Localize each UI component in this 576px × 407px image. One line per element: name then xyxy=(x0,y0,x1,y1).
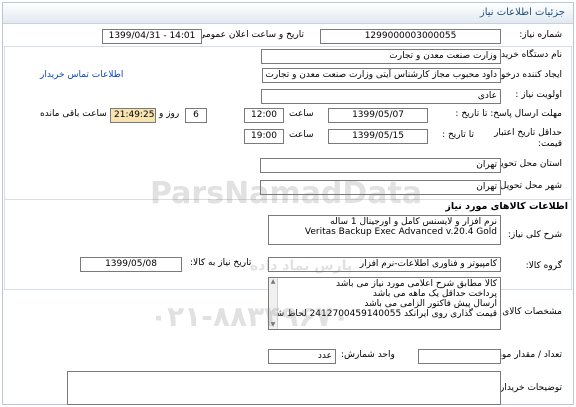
price-validity-label-2: قیمت: xyxy=(537,139,562,149)
buyer-notes-label: توضیحات خریدار: xyxy=(496,383,562,393)
reply-deadline-date[interactable]: 1399/05/07 xyxy=(328,108,428,123)
goods-section-header: اطلاعات کالاهای مورد نیاز xyxy=(4,199,572,213)
scroll-up-icon[interactable]: ▲ xyxy=(269,278,277,286)
priority-field[interactable]: عادی xyxy=(261,89,501,104)
priority-label: اولویت نیاز : xyxy=(515,90,562,100)
price-validity-time[interactable]: 19:00 xyxy=(244,129,284,144)
delivery-city-field[interactable]: تهران xyxy=(260,180,501,195)
unit-field[interactable]: عدد xyxy=(268,349,336,364)
announce-label: تاریخ و ساعت اعلان عمومی: xyxy=(195,30,304,40)
page-title: جزئیات اطلاعات نیاز xyxy=(479,7,565,18)
delivery-province-label: استان محل تحویل: xyxy=(491,159,562,169)
buyer-org-field[interactable]: وزارت صنعت معدن و تجارت xyxy=(261,49,501,64)
need-date-field[interactable]: 1399/05/08 xyxy=(80,257,182,272)
delivery-province-field[interactable]: تهران xyxy=(260,158,501,173)
remaining-time: 21:49:25 xyxy=(110,108,156,123)
need-date-label: تاریخ نیاز به کالا: xyxy=(190,258,252,268)
remaining-label: ساعت باقی مانده xyxy=(40,109,107,119)
reply-time-label: ساعت xyxy=(289,109,314,119)
specs-line-2: پرداخت حداقل یک ماهه می باشد xyxy=(372,289,497,299)
specs-field[interactable]: ▲ ▼ کالا مطابق شرح اعلامی مورد نیاز می ب… xyxy=(268,277,501,330)
delivery-city-label: شهر محل تحویل: xyxy=(496,181,562,191)
reply-deadline-time[interactable]: 12:00 xyxy=(244,108,284,123)
general-desc-field[interactable]: نرم افزار و لایسنس کامل و اورجینال 1 سال… xyxy=(268,215,501,245)
buyer-contact-link[interactable]: اطلاعات تماس خریدار xyxy=(40,70,123,80)
price-validity-label-1: حداقل تاریخ اعتبار xyxy=(494,128,562,138)
days-label: روز و xyxy=(159,109,180,119)
specs-line-1: کالا مطابق شرح اعلامی مورد نیاز می باشد xyxy=(336,279,497,289)
general-desc-line-1: نرم افزار و لایسنس کامل و اورجینال 1 سال… xyxy=(330,217,497,227)
general-desc-line-2: Veritas Backup Exec Advanced v.20.4 Gold xyxy=(304,227,497,237)
buyer-org-label: نام دستگاه خریدار: xyxy=(491,50,562,60)
need-number-field[interactable]: 1299000003000055 xyxy=(320,29,501,44)
price-validity-to-date-label: تا تاریخ : xyxy=(442,130,474,140)
unit-label: واحد شمارش: xyxy=(341,350,395,360)
creator-field[interactable]: داود محبوب مجاز کارشناس آیتی وزارت صنعت … xyxy=(262,68,501,83)
goods-group-field[interactable]: کامپیوتر و فناوری اطلاعات-نرم افزار xyxy=(268,257,501,272)
remaining-days[interactable]: 6 xyxy=(185,108,207,123)
need-number-label: شماره نیاز: xyxy=(519,30,562,40)
goods-section-title: اطلاعات کالاهای مورد نیاز xyxy=(445,201,568,212)
announce-field[interactable]: 1399/04/31 - 14:01 xyxy=(102,29,202,44)
goods-group-label: گروه کالا: xyxy=(525,261,562,271)
quantity-field[interactable] xyxy=(418,349,501,364)
header-bar: جزئیات اطلاعات نیاز xyxy=(3,3,573,24)
reply-deadline-label: مهلت ارسال پاسخ: تا تاریخ : xyxy=(455,109,562,119)
buyer-notes-field[interactable] xyxy=(67,371,501,405)
general-desc-label: شرح کلی نیاز: xyxy=(507,230,562,240)
price-time-label: ساعت xyxy=(289,130,314,140)
scroll-down-icon[interactable]: ▼ xyxy=(269,321,277,329)
specs-scrollbar[interactable]: ▲ ▼ xyxy=(269,278,278,329)
specs-line-4: قیمت گذاری روی ایرانکد 2412700459140055 … xyxy=(268,309,497,319)
price-validity-date[interactable]: 1399/05/15 xyxy=(328,129,428,144)
specs-line-3: ارسال پیش فاکتور الزامی می باشد xyxy=(364,299,497,309)
